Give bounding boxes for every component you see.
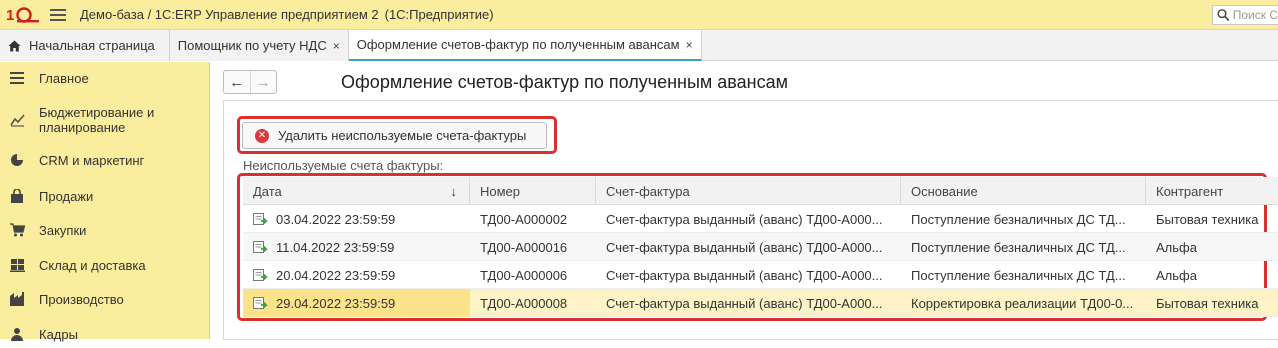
table-row-selected[interactable]: 29.04.2022 23:59:59 ТД00-А000008 Счет-фа… [243, 289, 1278, 317]
document-posted-icon [253, 213, 268, 225]
cell-invoice: Счет-фактура выданный (аванс) ТД00-А000.… [606, 295, 883, 311]
sort-descending-icon: ↓ [450, 183, 458, 199]
delete-button-label: Удалить неиспользуемые счета-фактуры [278, 128, 527, 143]
document-posted-icon [253, 241, 268, 253]
invoices-table: Дата ↓ Номер Счет-фактура Основание Конт… [243, 177, 1278, 317]
search-input[interactable]: Поиск С [1212, 5, 1278, 25]
cell-text: 03.04.2022 23:59:59 [276, 211, 396, 227]
list-label: Неиспользуемые счета фактуры: [243, 158, 444, 173]
tab-vat-assistant[interactable]: Помощник по учету НДС × [169, 30, 349, 61]
chart-icon [9, 112, 25, 128]
menu-icon [9, 70, 25, 86]
tabs-bar: Начальная страница Помощник по учету НДС… [0, 30, 1278, 61]
app-title-subtitle: (1С:Предприятие) [384, 7, 494, 22]
cell-text: 11.04.2022 23:59:59 [276, 239, 395, 255]
column-header-date[interactable]: Дата ↓ [243, 177, 470, 205]
cell-counterparty: Бытовая техника [1156, 211, 1259, 227]
home-icon [8, 40, 21, 51]
cell-date: 11.04.2022 23:59:59 [243, 233, 470, 261]
cart-icon [9, 222, 25, 238]
table-row[interactable]: 03.04.2022 23:59:59 ТД00-А000002 Счет-фа… [243, 205, 1278, 233]
sidebar-item-hr[interactable]: Кадры [0, 320, 210, 348]
tab-label: Оформление счетов-фактур по полученным а… [356, 37, 680, 52]
cell-basis: Корректировка реализации ТД00-0... [911, 295, 1134, 311]
cell-date: 03.04.2022 23:59:59 [243, 205, 470, 233]
column-header-number[interactable]: Номер [470, 177, 596, 205]
table-row[interactable]: 11.04.2022 23:59:59 ТД00-А000016 Счет-фа… [243, 233, 1278, 261]
pie-icon [9, 152, 25, 168]
app-title-text: Демо-база / 1С:ERP Управление предприяти… [80, 7, 379, 22]
tab-home[interactable]: Начальная страница [0, 30, 170, 61]
bag-icon [9, 188, 25, 204]
sidebar-item-label: Бюджетирование и планирование [39, 105, 155, 135]
close-icon[interactable]: × [686, 38, 693, 52]
column-header-label: Счет-фактура [606, 183, 690, 199]
cell-counterparty: Альфа [1156, 239, 1197, 255]
table-row[interactable]: 20.04.2022 23:59:59 ТД00-А000006 Счет-фа… [243, 261, 1278, 289]
document-posted-icon [253, 297, 268, 309]
svg-text:1: 1 [6, 7, 14, 24]
cell-invoice: Счет-фактура выданный (аванс) ТД00-А000.… [606, 267, 883, 283]
document-posted-icon [253, 269, 268, 281]
cell-basis: Поступление безналичных ДС ТД... [911, 211, 1126, 227]
cell-number: ТД00-А000016 [480, 239, 568, 255]
cell-text: 20.04.2022 23:59:59 [276, 267, 396, 283]
cell-counterparty: Альфа [1156, 267, 1197, 283]
sidebar-item-main[interactable]: Главное [0, 62, 210, 94]
back-button[interactable]: ← [224, 71, 251, 93]
search-icon [1217, 9, 1230, 22]
delete-icon: ✕ [255, 128, 269, 143]
sidebar-item-budgeting[interactable]: Бюджетирование и планирование [0, 102, 210, 138]
sidebar-item-label: Закупки [39, 222, 87, 238]
sidebar-item-label: Кадры [39, 326, 78, 342]
cell-counterparty: Бытовая техника [1156, 295, 1259, 311]
sidebar-item-crm[interactable]: CRM и маркетинг [0, 146, 210, 174]
column-header-label: Номер [480, 183, 521, 199]
cell-invoice: Счет-фактура выданный (аванс) ТД00-А000.… [606, 239, 883, 255]
1c-logo-icon[interactable]: 1 [6, 5, 40, 25]
cell-date: 29.04.2022 23:59:59 [243, 289, 470, 317]
sidebar-item-production[interactable]: Производство [0, 285, 210, 313]
column-header-label: Контрагент [1156, 183, 1224, 199]
table-header: Дата ↓ Номер Счет-фактура Основание Конт… [243, 177, 1278, 205]
cell-number: ТД00-А000002 [480, 211, 568, 227]
tab-advance-invoices[interactable]: Оформление счетов-фактур по полученным а… [348, 30, 702, 61]
cell-date: 20.04.2022 23:59:59 [243, 261, 470, 289]
history-nav: ← → [223, 70, 277, 94]
main-menu-icon[interactable] [50, 8, 66, 21]
title-bar: 1 Демо-база / 1С:ERP Управление предприя… [0, 0, 1278, 30]
column-header-basis[interactable]: Основание [901, 177, 1146, 205]
person-icon [9, 326, 25, 342]
app-title: Демо-база / 1С:ERP Управление предприяти… [80, 7, 494, 22]
cell-basis: Поступление безналичных ДС ТД... [911, 267, 1126, 283]
delete-unused-invoices-button[interactable]: ✕ Удалить неиспользуемые счета-фактуры [242, 122, 547, 149]
sidebar-item-label: Главное [39, 70, 89, 86]
search-placeholder: Поиск С [1232, 8, 1278, 22]
sidebar-item-label: CRM и маркетинг [39, 152, 145, 168]
cell-invoice: Счет-фактура выданный (аванс) ТД00-А000.… [606, 211, 883, 227]
column-header-label: Дата [253, 183, 282, 199]
cell-text: 29.04.2022 23:59:59 [276, 295, 396, 311]
column-header-label: Основание [911, 183, 978, 199]
column-header-invoice[interactable]: Счет-фактура [596, 177, 901, 205]
sidebar: Главное Бюджетирование и планирование CR… [0, 62, 210, 342]
page-title: Оформление счетов-фактур по полученным а… [341, 72, 788, 92]
sidebar-item-warehouse[interactable]: Склад и доставка [0, 251, 210, 279]
cell-basis: Поступление безналичных ДС ТД... [911, 239, 1126, 255]
sidebar-item-label: Продажи [39, 188, 94, 204]
tab-label: Начальная страница [29, 38, 155, 53]
column-header-counterparty[interactable]: Контрагент [1146, 177, 1278, 205]
cell-number: ТД00-А000008 [480, 295, 568, 311]
factory-icon [9, 291, 25, 307]
sidebar-item-label: Склад и доставка [39, 257, 146, 273]
cell-number: ТД00-А000006 [480, 267, 568, 283]
sidebar-item-purchases[interactable]: Закупки [0, 216, 210, 244]
warehouse-icon [9, 257, 25, 273]
forward-button[interactable]: → [251, 71, 277, 93]
tab-label: Помощник по учету НДС [177, 38, 327, 53]
close-icon[interactable]: × [333, 39, 340, 53]
sidebar-item-sales[interactable]: Продажи [0, 182, 210, 210]
sidebar-item-label: Производство [39, 291, 124, 307]
